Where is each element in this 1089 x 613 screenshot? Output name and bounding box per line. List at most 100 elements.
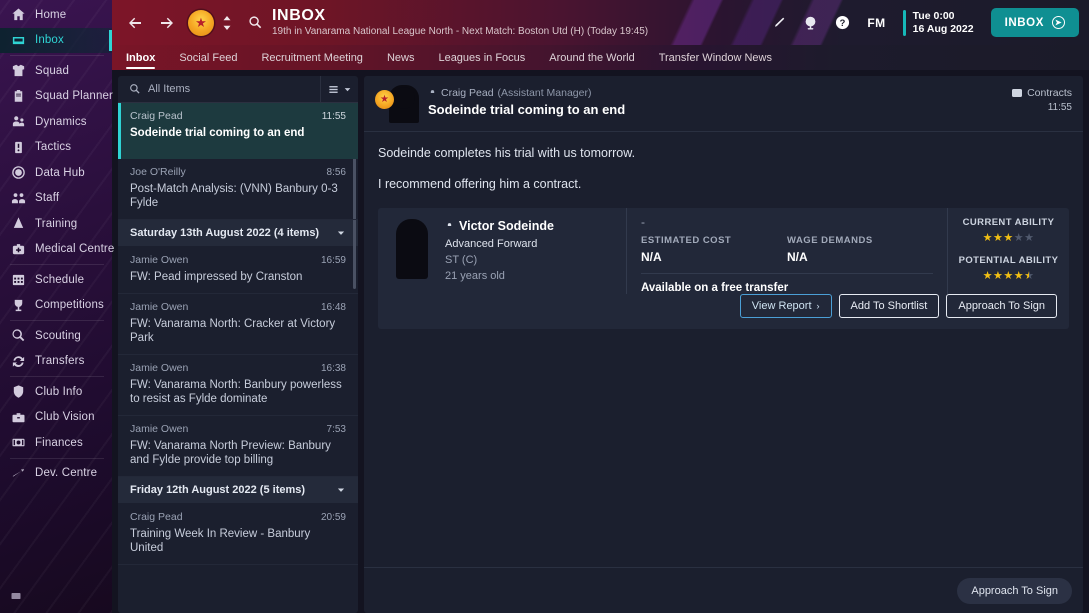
- sidebar-item-label: Schedule: [35, 273, 85, 286]
- message-time: 16:48: [320, 302, 346, 313]
- message-list[interactable]: Craig Pead 11:55 Sodeinde trial coming to …: [118, 103, 358, 613]
- clipboard-icon: [11, 89, 26, 104]
- sidebar-item-label: Squad: [35, 64, 70, 77]
- sidebar-item-staff[interactable]: Staff: [0, 186, 112, 212]
- message-group-header[interactable]: Saturday 13th August 2022 (4 items): [118, 220, 358, 247]
- message-sender: Jamie Owen: [130, 362, 189, 374]
- sidebar-item-transfers[interactable]: Transfers: [0, 349, 112, 375]
- view-report-button[interactable]: View Report ›: [739, 294, 832, 318]
- tab-news[interactable]: News: [387, 52, 429, 70]
- player-name-row: Victor Sodeinde: [445, 219, 554, 233]
- sidebar-item-label: Medical Centre: [35, 243, 115, 256]
- sidebar-item-medical-centre[interactable]: Medical Centre: [0, 237, 115, 263]
- person-icon: [430, 89, 435, 93]
- star-empty: ★: [1024, 232, 1035, 244]
- chevron-down-icon: [337, 488, 345, 492]
- globe-icon[interactable]: [803, 15, 818, 30]
- message-time: 20:59: [320, 512, 346, 523]
- player-ability-block: CURRENT ABILITY ★★★★★ POTENTIAL ABILITY …: [947, 208, 1069, 294]
- list-item[interactable]: Jamie Owen 16:48 FW: Vanarama North: Crack…: [118, 294, 358, 355]
- header-search-icon[interactable]: [244, 12, 266, 34]
- message-body: Sodeinde completes his trial with us tom…: [364, 132, 1083, 567]
- message-sender: Craig Pead: [130, 110, 183, 122]
- sidebar-item-dynamics[interactable]: Dynamics: [0, 109, 112, 135]
- sidebar-item-tactics[interactable]: Tactics: [0, 135, 112, 161]
- list-item[interactable]: Jamie Owen 16:59 FW: Pead impressed by Cra…: [118, 247, 358, 294]
- player-name[interactable]: Victor Sodeinde: [459, 219, 554, 233]
- sidebar-item-club-info[interactable]: Club Info: [0, 379, 112, 405]
- tab-social-feed[interactable]: Social Feed: [179, 52, 251, 70]
- star-full: ★: [1003, 270, 1014, 282]
- search-input[interactable]: All Items: [118, 83, 320, 95]
- message-sender: Jamie Owen: [130, 301, 189, 313]
- sidebar-item-club-vision[interactable]: Club Vision: [0, 405, 112, 431]
- club-crest-icon[interactable]: ★: [188, 9, 214, 36]
- sidebar-collapse-icon[interactable]: [10, 590, 22, 605]
- message-sender: Craig Pead: [130, 511, 183, 523]
- inbox-icon: [11, 33, 26, 48]
- tab-recruitment-meeting[interactable]: Recruitment Meeting: [261, 52, 377, 70]
- sidebar-item-schedule[interactable]: Schedule: [0, 267, 112, 293]
- sidebar-item-scouting[interactable]: Scouting: [0, 323, 112, 349]
- sidebar-item-label: Dynamics: [35, 115, 87, 128]
- message-time: 16:59: [320, 255, 346, 266]
- forward-arrow-icon[interactable]: [156, 12, 178, 34]
- potential-ability-stars: ★★★★★: [948, 270, 1069, 283]
- sidebar-item-label: Training: [35, 217, 78, 230]
- star-full: ★: [992, 232, 1004, 244]
- list-item[interactable]: Jamie Owen 16:38 FW: Vanarama North: Banbu…: [118, 355, 358, 416]
- message-sender: Jamie Owen: [130, 254, 189, 266]
- tab-around-the-world[interactable]: Around the World: [549, 52, 648, 70]
- message-group-header[interactable]: Friday 12th August 2022 (5 items): [118, 477, 358, 504]
- footer-approach-to-sign-button[interactable]: Approach To Sign: [957, 577, 1072, 604]
- message-sender: Craig Pead: [441, 87, 494, 99]
- tab-inbox[interactable]: Inbox: [126, 52, 169, 70]
- sidebar-item-data-hub[interactable]: Data Hub: [0, 160, 112, 186]
- message-time: 8:56: [326, 167, 346, 178]
- sidebar-item-label: Tactics: [35, 141, 72, 154]
- tab-bar: Inbox Social Feed Recruitment Meeting News L…: [112, 45, 1089, 70]
- star-empty: ★: [1013, 232, 1025, 244]
- continue-inbox-button[interactable]: INBOX ➤: [990, 8, 1079, 37]
- money-icon: [11, 435, 26, 450]
- sidebar-item-home[interactable]: Home: [0, 2, 112, 28]
- current-ability-label: CURRENT ABILITY: [962, 217, 1055, 228]
- help-icon[interactable]: ?: [835, 15, 850, 30]
- application-window: Home Inbox Squad Squad Planner Dynamics Tacti…: [0, 0, 1089, 613]
- view-mode-dropdown[interactable]: [320, 76, 358, 102]
- pencil-icon[interactable]: [772, 16, 786, 30]
- date-accent-bar: [902, 9, 906, 36]
- estimated-cost-label: ESTIMATED COST: [641, 235, 732, 246]
- message-subject: Sodeinde trial coming to an end: [130, 127, 305, 139]
- sidebar-item-training[interactable]: Training: [0, 211, 112, 237]
- star-full: ★: [982, 270, 993, 282]
- group-label: Saturday 13th August 2022 (4 items): [130, 227, 320, 239]
- potential-ability-label: POTENTIAL ABILITY: [958, 255, 1059, 266]
- sidebar-item-label: Scouting: [35, 329, 81, 342]
- message-subject: Sodeinde trial coming to an end: [428, 102, 626, 117]
- tab-leagues-in-focus[interactable]: Leagues in Focus: [438, 52, 539, 70]
- chevron-updown-icon[interactable]: [216, 12, 238, 34]
- sidebar-divider: [10, 457, 104, 459]
- growth-arrow-icon: [11, 466, 26, 481]
- current-ability-stars: ★★★★★: [948, 232, 1069, 245]
- list-item[interactable]: Craig Pead 20:59 Training Week In Review -…: [118, 504, 358, 565]
- sidebar-item-competitions[interactable]: Competitions: [0, 293, 112, 319]
- player-card: Victor Sodeinde Advanced Forward ST (C) …: [378, 208, 1069, 329]
- list-item[interactable]: Craig Pead 11:55 Sodeinde trial coming to …: [118, 103, 358, 159]
- sidebar-item-inbox[interactable]: Inbox: [0, 27, 112, 53]
- sidebar-item-dev-centre[interactable]: Dev. Centre: [0, 461, 112, 487]
- add-to-shortlist-button[interactable]: Add To Shortlist: [838, 294, 940, 318]
- list-item[interactable]: Jamie Owen 7:53 FW: Vanarama North Preview…: [118, 416, 358, 477]
- sidebar-item-squad-planner[interactable]: Squad Planner: [0, 84, 113, 110]
- sidebar-item-label: Dev. Centre: [35, 467, 98, 480]
- sidebar-item-squad[interactable]: Squad: [0, 58, 112, 84]
- back-arrow-icon[interactable]: [124, 12, 146, 34]
- sidebar-item-finances[interactable]: Finances: [0, 430, 112, 456]
- sidebar-item-label: Data Hub: [35, 166, 85, 179]
- approach-to-sign-button[interactable]: Approach To Sign: [946, 294, 1057, 318]
- game-date: 16 Aug 2022: [912, 22, 974, 35]
- list-item[interactable]: Joe O'Reilly 8:56 Post-Match Analysis: (VN…: [118, 159, 358, 220]
- tab-transfer-window-news[interactable]: Transfer Window News: [659, 52, 786, 70]
- shirt-icon: [11, 63, 26, 78]
